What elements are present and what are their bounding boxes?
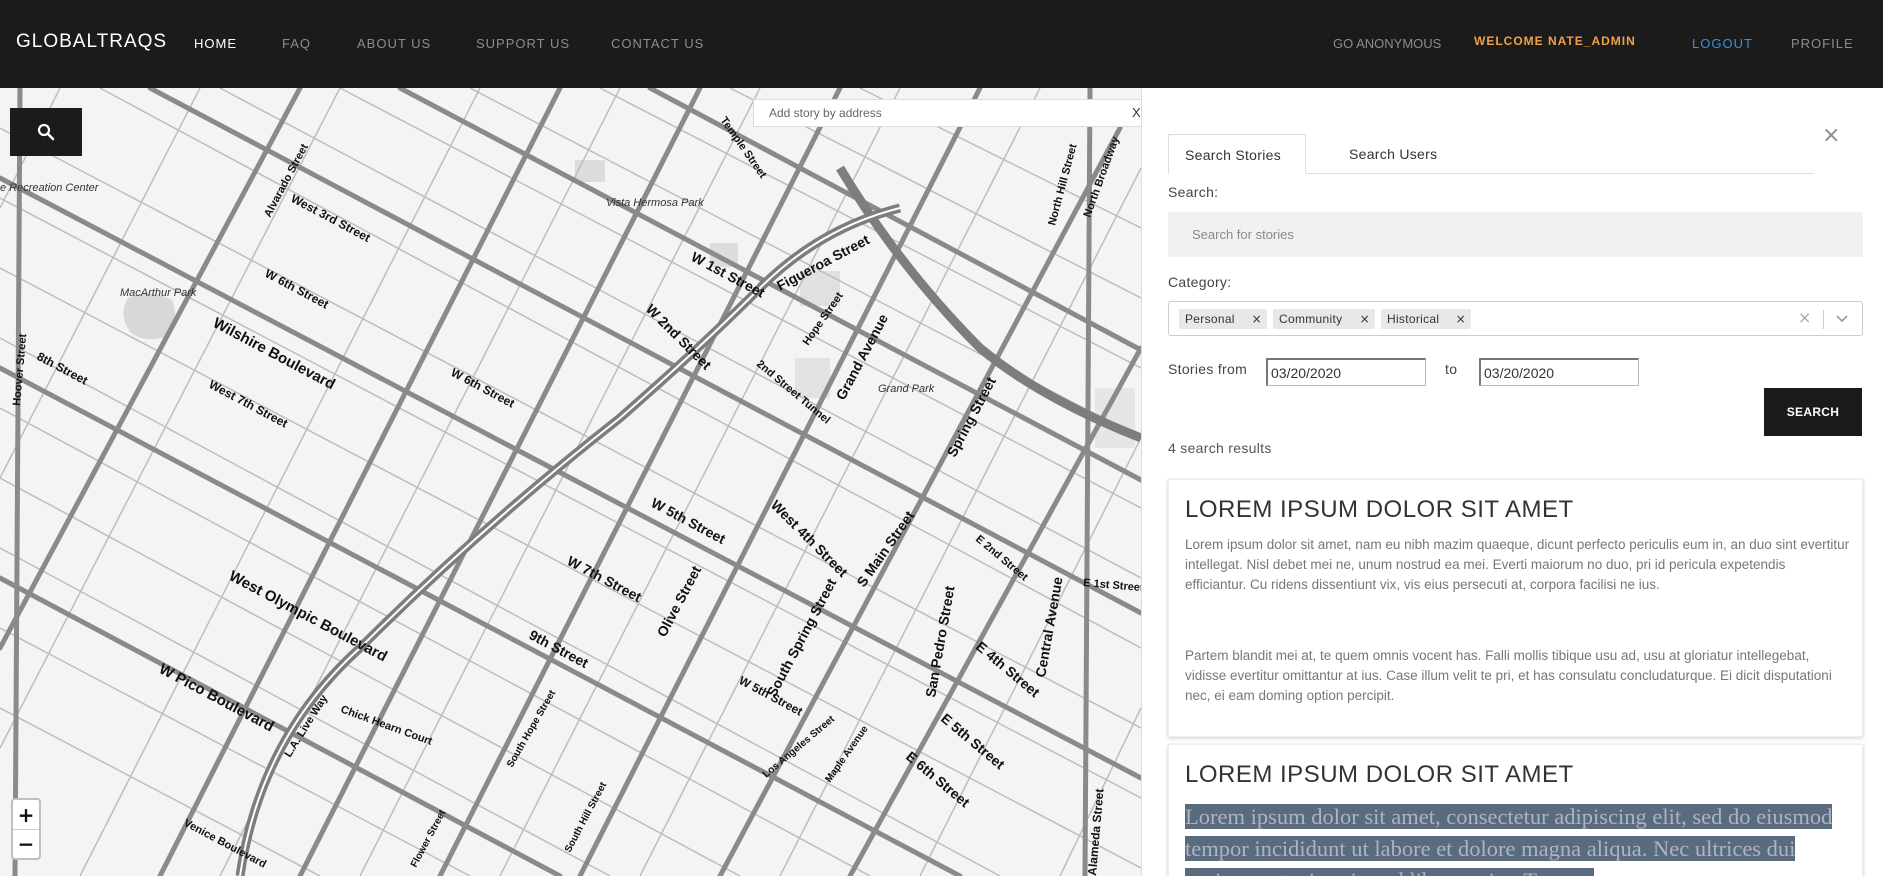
remove-chip-icon[interactable]: ×	[1456, 309, 1466, 329]
result-card[interactable]: LOREM IPSUM DOLOR SIT AMET Lorem ipsum d…	[1168, 744, 1863, 876]
map-park-label: MacArthur Park	[120, 287, 197, 299]
search-label: Search:	[1168, 184, 1219, 200]
tab-search-users[interactable]: Search Users	[1349, 134, 1437, 174]
map-park-label: e Recreation Center	[0, 182, 100, 194]
map-tiles[interactable]: Wilshire Boulevard West 3rd Street W 6th…	[0, 88, 1141, 876]
category-multiselect[interactable]: Personal × Community × Historical × ×	[1168, 301, 1863, 336]
result-paragraph: Lorem ipsum dolor sit amet, nam eu nibh …	[1185, 537, 1850, 592]
result-title: LOREM IPSUM DOLOR SIT AMET	[1185, 496, 1574, 523]
results-count: 4 search results	[1168, 440, 1272, 456]
result-title: LOREM IPSUM DOLOR SIT AMET	[1185, 761, 1574, 788]
category-chip: Personal ×	[1179, 309, 1267, 329]
address-clear-button[interactable]: X	[1132, 105, 1141, 120]
category-chip: Community ×	[1273, 309, 1375, 329]
nav-about-us[interactable]: ABOUT US	[357, 36, 431, 51]
nav-profile[interactable]: PROFILE	[1791, 36, 1854, 51]
date-from-input[interactable]	[1266, 358, 1426, 386]
date-to-input[interactable]	[1479, 358, 1639, 386]
category-chip-label: Personal	[1185, 312, 1235, 326]
map-park-label: Vista Hermosa Park	[606, 197, 704, 209]
search-icon	[37, 123, 55, 141]
nav-welcome-user: WELCOME NATE_ADMIN	[1474, 34, 1636, 48]
zoom-out-button[interactable]: −	[13, 829, 39, 858]
close-icon[interactable]: ×	[1822, 123, 1840, 148]
select-separator	[1823, 310, 1824, 329]
search-panel: Search Stories Search Users × Search: Ca…	[1141, 88, 1883, 876]
nav-logout[interactable]: LOGOUT	[1692, 36, 1753, 51]
date-to-label: to	[1445, 361, 1458, 377]
selected-text: Lorem ipsum dolor sit amet, consectetur …	[1185, 804, 1833, 876]
nav-faq[interactable]: FAQ	[282, 36, 311, 51]
tab-search-stories[interactable]: Search Stories	[1168, 134, 1306, 174]
nav-support-us[interactable]: SUPPORT US	[476, 36, 570, 51]
remove-chip-icon[interactable]: ×	[1252, 309, 1262, 329]
category-chip-label: Community	[1279, 312, 1343, 326]
map-view[interactable]: Wilshire Boulevard West 3rd Street W 6th…	[0, 88, 1141, 876]
top-navbar: GLOBALTRAQS HOME FAQ ABOUT US SUPPORT US…	[0, 0, 1883, 88]
category-chip-label: Historical	[1387, 312, 1440, 326]
address-search-box: X	[753, 99, 1141, 127]
result-paragraph: Partem blandit mei at, te quem omnis voc…	[1185, 648, 1832, 703]
category-label: Category:	[1168, 274, 1232, 290]
result-card[interactable]: LOREM IPSUM DOLOR SIT AMET Lorem ipsum d…	[1168, 479, 1863, 737]
category-chip: Historical ×	[1381, 309, 1471, 329]
zoom-control: + −	[11, 798, 41, 860]
map-search-button[interactable]	[10, 108, 82, 156]
search-tabs: Search Stories Search Users	[1168, 134, 1814, 174]
result-highlighted-text: Lorem ipsum dolor sit amet, consectetur …	[1185, 801, 1855, 876]
zoom-in-button[interactable]: +	[13, 800, 39, 829]
clear-categories-icon[interactable]: ×	[1798, 308, 1811, 327]
remove-chip-icon[interactable]: ×	[1360, 309, 1370, 329]
brand-logo[interactable]: GLOBALTRAQS	[16, 31, 167, 53]
nav-home[interactable]: HOME	[194, 36, 237, 51]
stories-from-label: Stories from	[1168, 361, 1248, 377]
nav-contact-us[interactable]: CONTACT US	[611, 36, 704, 51]
nav-go-anonymous[interactable]: GO ANONYMOUS	[1333, 36, 1441, 51]
chevron-down-icon[interactable]	[1834, 311, 1850, 327]
address-input[interactable]	[754, 100, 1114, 126]
search-button[interactable]: SEARCH	[1764, 388, 1862, 436]
map-park-label: Grand Park	[878, 383, 935, 395]
story-search-input[interactable]	[1168, 212, 1863, 257]
